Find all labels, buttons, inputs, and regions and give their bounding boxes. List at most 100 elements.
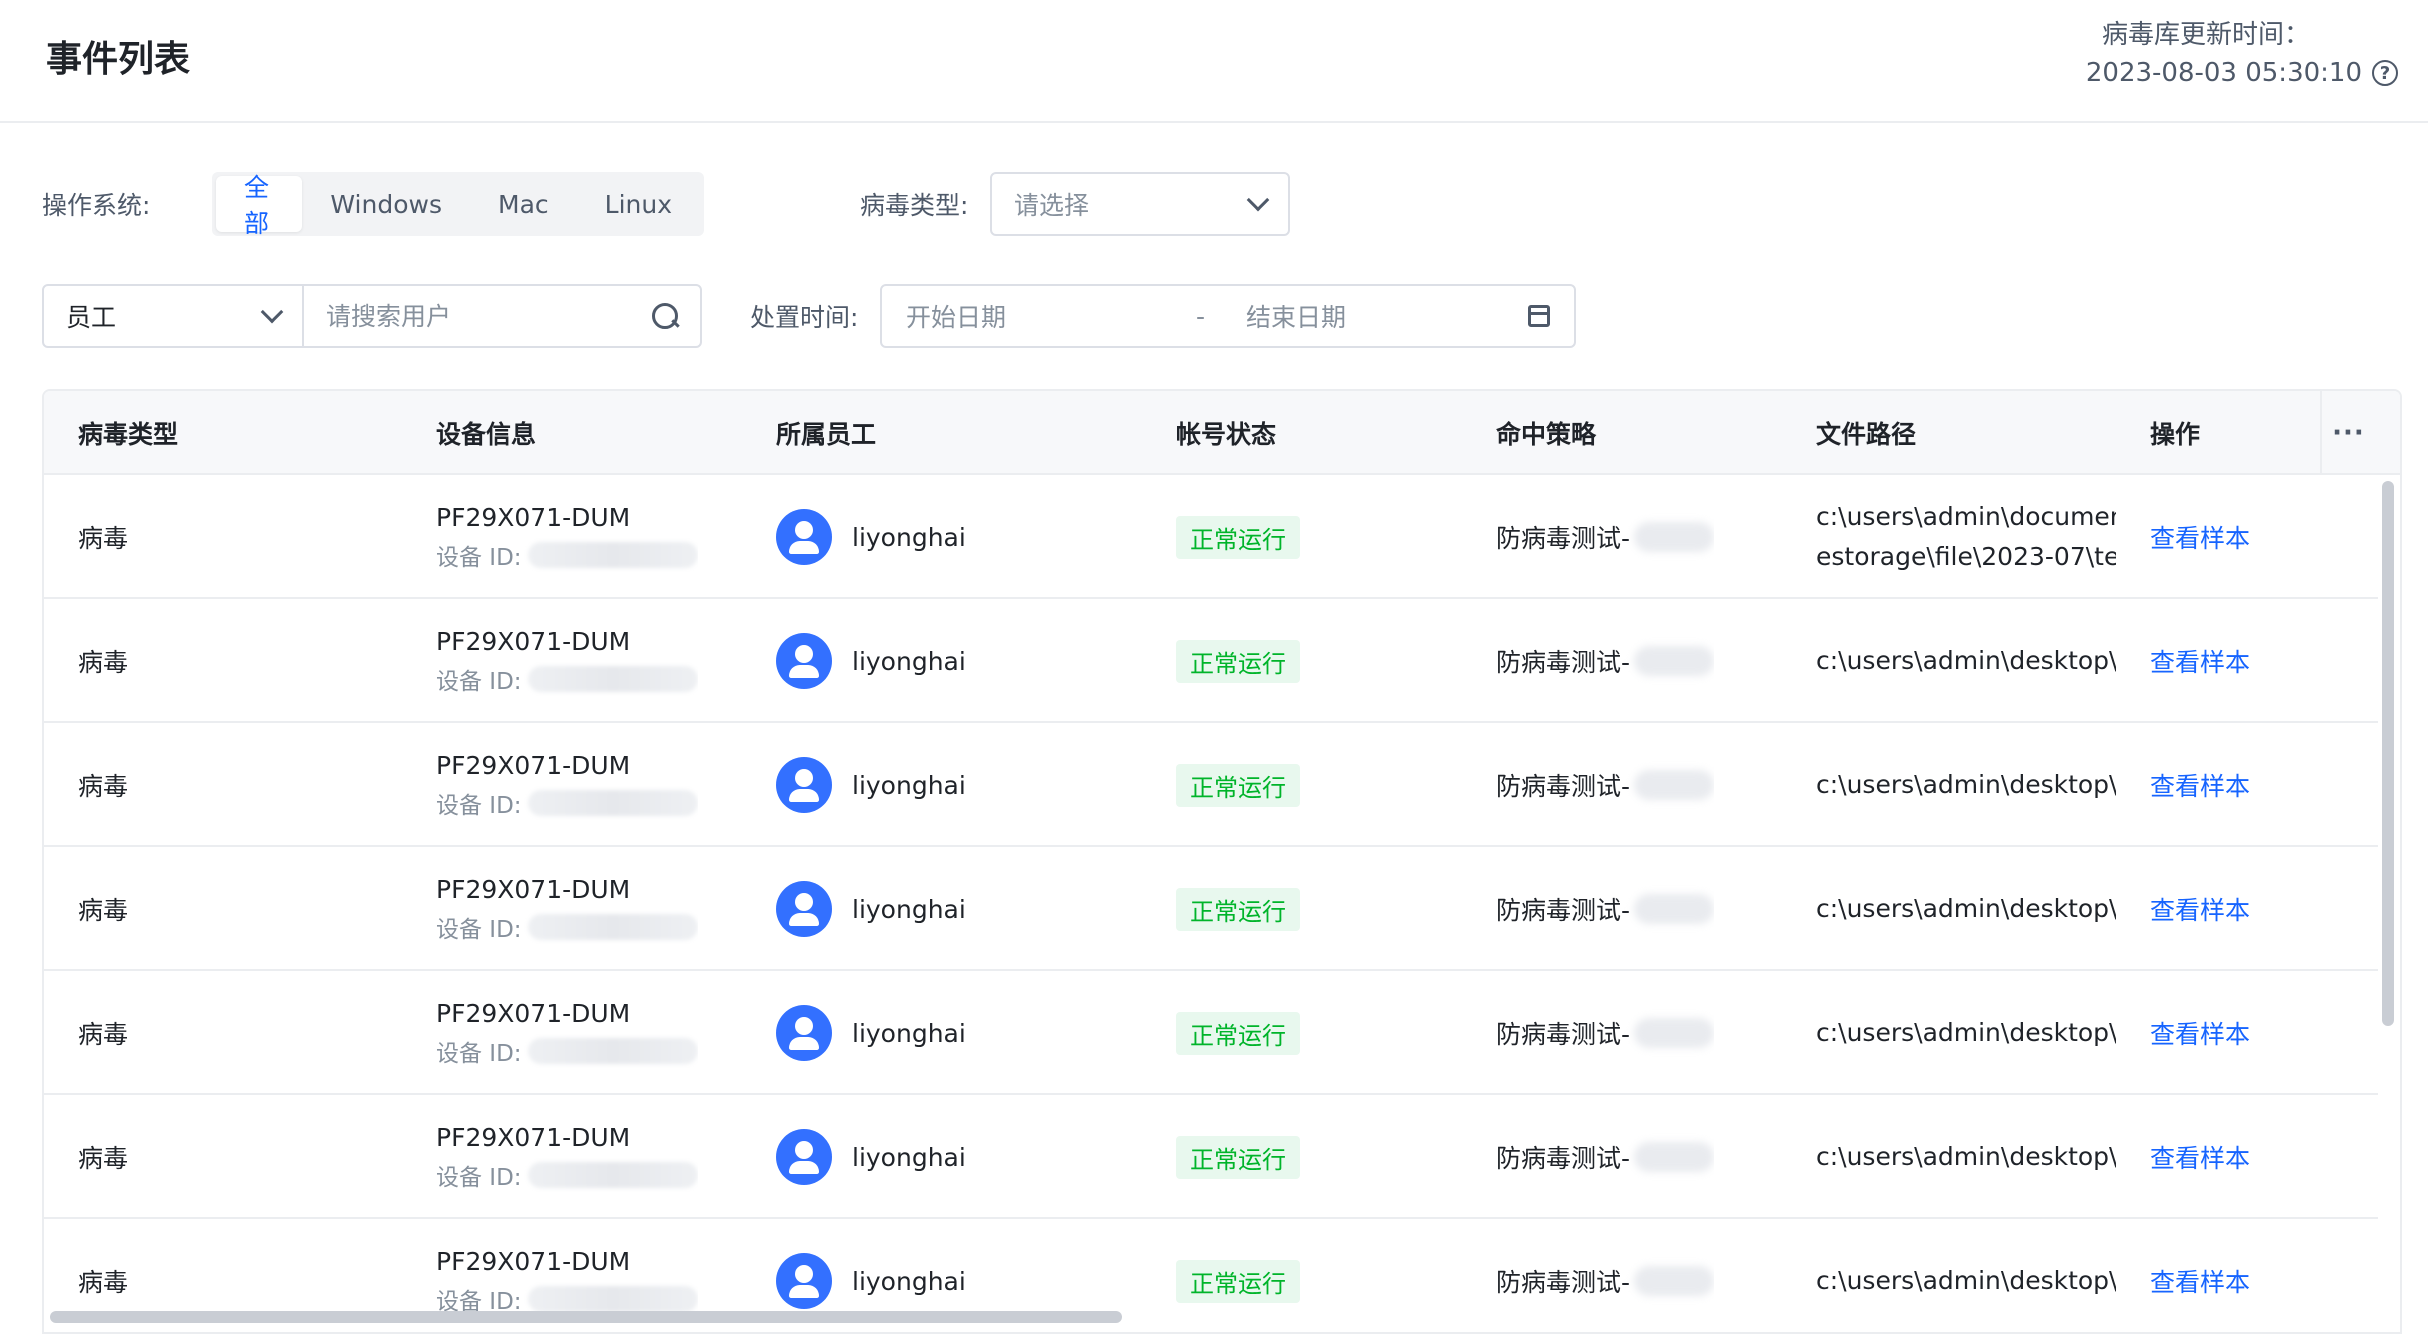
status-badge: 正常运行 bbox=[1176, 1011, 1300, 1055]
status-badge: 正常运行 bbox=[1176, 639, 1300, 683]
column-settings-button[interactable]: ··· bbox=[2320, 391, 2375, 475]
virus-type-cell: 病毒 bbox=[78, 1020, 129, 1049]
view-sample-link[interactable]: 查看样本 bbox=[2150, 1015, 2250, 1051]
device-info-cell: PF29X071-DUM 设备 ID: bbox=[436, 599, 698, 723]
status-badge: 正常运行 bbox=[1176, 887, 1300, 931]
file-path-line1: c:\users\admin\desktop\v bbox=[1816, 1018, 2116, 1047]
file-path-cell: c:\users\admin\desktop\v bbox=[1816, 1095, 2116, 1219]
os-filter-label: 操作系统: bbox=[42, 191, 151, 220]
file-path-line1: c:\users\admin\desktop\v bbox=[1816, 1266, 2116, 1295]
device-id-label: 设备 ID: bbox=[436, 1040, 522, 1067]
file-path-cell: c:\users\admin\desktop\v bbox=[1816, 847, 2116, 971]
horizontal-scrollbar[interactable] bbox=[50, 1311, 1122, 1323]
file-path-cell: c:\users\admin\desktop\v bbox=[1816, 1219, 2116, 1332]
scope-select[interactable]: 员工 bbox=[42, 284, 304, 348]
employee-cell: liyonghai bbox=[776, 475, 966, 599]
policy-name: 防病毒测试- bbox=[1496, 648, 1631, 677]
os-option-linux[interactable]: Linux bbox=[577, 176, 700, 232]
col-device-info: 设备信息 bbox=[436, 420, 537, 449]
virus-type-cell: 病毒 bbox=[78, 524, 129, 553]
table-row: 病毒 PF29X071-DUM 设备 ID: liyonghai 正常运行 防病毒测试-c… bbox=[44, 1095, 2378, 1219]
redacted-device-id bbox=[527, 541, 698, 568]
date-range-picker[interactable]: 开始日期 - 结束日期 bbox=[880, 284, 1576, 348]
chevron-down-icon bbox=[1246, 188, 1270, 212]
user-search bbox=[302, 284, 702, 348]
chevron-down-icon bbox=[260, 300, 284, 324]
os-option-all[interactable]: 全部 bbox=[216, 173, 303, 238]
table-row: 病毒 PF29X071-DUM 设备 ID: liyonghai 正常运行 防病毒测试-c… bbox=[44, 971, 2378, 1095]
employee-cell: liyonghai bbox=[776, 971, 966, 1095]
redacted-device-id bbox=[527, 1285, 698, 1312]
device-id-label: 设备 ID: bbox=[436, 792, 522, 819]
end-date-input[interactable]: 结束日期 bbox=[1246, 298, 1528, 334]
virus-type-placeholder: 请选择 bbox=[1014, 191, 1090, 220]
col-account-status: 帐号状态 bbox=[1176, 420, 1277, 449]
employee-cell: liyonghai bbox=[776, 599, 966, 723]
virus-type-select[interactable]: 请选择 bbox=[990, 172, 1290, 236]
col-file-path: 文件路径 bbox=[1816, 420, 1917, 449]
device-info-cell: PF29X071-DUM 设备 ID: bbox=[436, 847, 698, 971]
os-option-mac[interactable]: Mac bbox=[470, 176, 577, 232]
device-info-cell: PF29X071-DUM 设备 ID: bbox=[436, 475, 698, 599]
device-name: PF29X071-DUM bbox=[436, 998, 631, 1028]
action-cell: 查看样本 bbox=[2150, 599, 2250, 723]
view-sample-link[interactable]: 查看样本 bbox=[2150, 891, 2250, 927]
view-sample-link[interactable]: 查看样本 bbox=[2150, 1139, 2250, 1175]
account-status-cell: 正常运行 bbox=[1176, 599, 1300, 723]
employee-name: liyonghai bbox=[852, 646, 966, 676]
view-sample-link[interactable]: 查看样本 bbox=[2150, 767, 2250, 803]
action-cell: 查看样本 bbox=[2150, 847, 2250, 971]
vertical-scrollbar[interactable] bbox=[2382, 481, 2394, 1026]
policy-name: 防病毒测试- bbox=[1496, 1144, 1631, 1173]
device-info-cell: PF29X071-DUM 设备 ID: bbox=[436, 1095, 698, 1219]
os-option-windows[interactable]: Windows bbox=[302, 176, 470, 232]
file-path-cell: c:\users\admin\desktop\v bbox=[1816, 599, 2116, 723]
file-path-line1: c:\users\admin\desktop\v bbox=[1816, 894, 2116, 923]
table-row: 病毒 PF29X071-DUM 设备 ID: liyonghai 正常运行 防病毒测试-c… bbox=[44, 723, 2378, 847]
device-id-label: 设备 ID: bbox=[436, 544, 522, 571]
hit-policy-cell: 防病毒测试- bbox=[1496, 971, 1715, 1095]
device-id-label: 设备 ID: bbox=[436, 1164, 522, 1191]
account-status-cell: 正常运行 bbox=[1176, 971, 1300, 1095]
virus-type-cell: 病毒 bbox=[78, 1144, 129, 1173]
device-name: PF29X071-DUM bbox=[436, 1122, 631, 1152]
redacted-device-id bbox=[527, 665, 698, 692]
file-path-cell: c:\users\admin\desktop\v bbox=[1816, 971, 2116, 1095]
device-name: PF29X071-DUM bbox=[436, 1246, 631, 1276]
redacted-policy-suffix bbox=[1634, 1018, 1715, 1048]
policy-name: 防病毒测试- bbox=[1496, 896, 1631, 925]
start-date-input[interactable]: 开始日期 bbox=[906, 298, 1196, 334]
calendar-icon[interactable] bbox=[1528, 305, 1550, 327]
question-circle-icon[interactable]: ? bbox=[2372, 60, 2398, 86]
search-icon[interactable] bbox=[652, 303, 678, 329]
policy-name: 防病毒测试- bbox=[1496, 772, 1631, 801]
user-avatar-icon bbox=[776, 1253, 832, 1309]
view-sample-link[interactable]: 查看样本 bbox=[2150, 1263, 2250, 1299]
device-info-cell: PF29X071-DUM 设备 ID: bbox=[436, 971, 698, 1095]
redacted-device-id bbox=[527, 913, 698, 940]
col-virus-type: 病毒类型 bbox=[78, 420, 179, 449]
device-id: 设备 ID: bbox=[436, 662, 698, 696]
file-path-line1: c:\users\admin\desktop\v bbox=[1816, 1142, 2116, 1171]
action-cell: 查看样本 bbox=[2150, 1219, 2250, 1332]
redacted-policy-suffix bbox=[1634, 1266, 1715, 1296]
employee-cell: liyonghai bbox=[776, 723, 966, 847]
hit-policy-cell: 防病毒测试- bbox=[1496, 1095, 1715, 1219]
view-sample-link[interactable]: 查看样本 bbox=[2150, 519, 2250, 555]
user-search-input[interactable] bbox=[326, 301, 652, 331]
file-path-line1: c:\users\admin\desktop\v bbox=[1816, 646, 2116, 675]
device-id: 设备 ID: bbox=[436, 786, 698, 820]
page-header: 事件列表 病毒库更新时间： 2023-08-03 05:30:10 ? bbox=[0, 0, 2428, 123]
action-cell: 查看样本 bbox=[2150, 1095, 2250, 1219]
view-sample-link[interactable]: 查看样本 bbox=[2150, 643, 2250, 679]
status-badge: 正常运行 bbox=[1176, 515, 1300, 559]
status-badge: 正常运行 bbox=[1176, 1259, 1300, 1303]
file-path-cell: c:\users\admin\desktop\v bbox=[1816, 723, 2116, 847]
employee-name: liyonghai bbox=[852, 522, 966, 552]
scope-select-value: 员工 bbox=[66, 303, 117, 332]
virus-type-label: 病毒类型: bbox=[860, 191, 969, 220]
table-row: 病毒 PF29X071-DUM 设备 ID: liyonghai 正常运行 防病毒测试-c… bbox=[44, 599, 2378, 723]
account-status-cell: 正常运行 bbox=[1176, 1095, 1300, 1219]
user-avatar-icon bbox=[776, 1129, 832, 1185]
redacted-policy-suffix bbox=[1634, 1142, 1715, 1172]
